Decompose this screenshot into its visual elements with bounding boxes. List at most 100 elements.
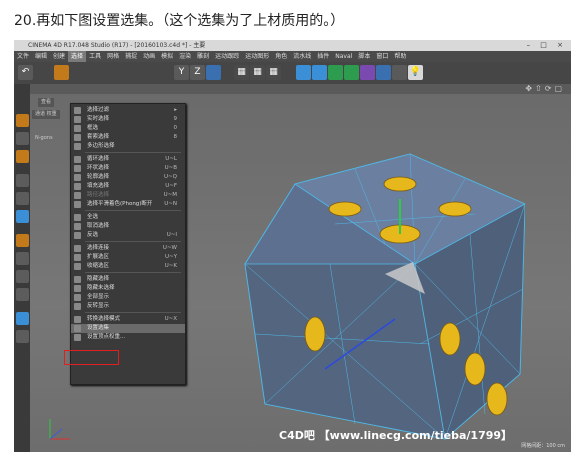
window-title: CINEMA 4D R17.048 Studio (R17) - [201601… bbox=[28, 42, 206, 49]
outline-selection-icon bbox=[74, 174, 81, 181]
select-menu-item[interactable]: 设置顶点权重... bbox=[71, 333, 185, 342]
menu-item-6[interactable]: 捕捉 bbox=[122, 51, 140, 62]
menu-item-16[interactable]: Naval bbox=[332, 51, 355, 62]
points-mode-icon[interactable] bbox=[16, 174, 29, 187]
render-picture-icon[interactable]: ▦ bbox=[250, 65, 265, 80]
select-menu-item-shortcut: U~I bbox=[166, 232, 177, 238]
menu-item-1[interactable]: 编辑 bbox=[32, 51, 50, 62]
render-view-icon[interactable]: ▦ bbox=[234, 65, 249, 80]
select-menu-item-label: 转换选择模式 bbox=[87, 316, 121, 322]
menu-item-9[interactable]: 渲染 bbox=[176, 51, 194, 62]
select-menu-item[interactable]: 取消选择 bbox=[71, 222, 185, 231]
lock-icon[interactable] bbox=[16, 330, 29, 343]
convert-selection-icon bbox=[74, 316, 81, 323]
select-menu-item[interactable]: 隐藏未选择 bbox=[71, 284, 185, 293]
panel-tab-view[interactable]: 查看 bbox=[38, 98, 55, 107]
path-selection-icon bbox=[74, 192, 81, 199]
menu-item-10[interactable]: 雕刻 bbox=[194, 51, 212, 62]
polygons-mode-icon[interactable] bbox=[16, 210, 29, 223]
axis-mode-icon[interactable] bbox=[16, 234, 29, 247]
menu-item-11[interactable]: 运动跟踪 bbox=[212, 51, 242, 62]
select-menu-item-label: 反选 bbox=[87, 232, 99, 238]
dice-cube-model[interactable] bbox=[235, 144, 525, 444]
world-coord-icon[interactable] bbox=[206, 65, 221, 80]
model-mode-icon[interactable] bbox=[16, 132, 29, 145]
menu-item-4[interactable]: 工具 bbox=[86, 51, 104, 62]
select-menu-item-label: 套索选择 bbox=[87, 134, 110, 140]
select-menu-item-label: 路径选择 bbox=[87, 192, 110, 198]
deselect-icon bbox=[74, 223, 81, 230]
tweak-icon[interactable] bbox=[16, 252, 29, 265]
select-menu-item[interactable]: 路径选择 U~M bbox=[71, 191, 185, 200]
select-menu-item-label: 设置选集 bbox=[87, 325, 110, 331]
select-menu-item[interactable]: 框选 0 bbox=[71, 124, 185, 133]
edges-mode-icon[interactable] bbox=[16, 192, 29, 205]
move-tool-icon[interactable] bbox=[54, 65, 69, 80]
select-menu-item[interactable]: 填充选择 U~F bbox=[71, 182, 185, 191]
select-menu-item-label: 设置顶点权重... bbox=[87, 334, 126, 340]
workplane-icon[interactable] bbox=[16, 288, 29, 301]
select-menu-item[interactable]: 选择过滤 ▸ bbox=[71, 106, 185, 115]
menu-item-0[interactable]: 文件 bbox=[14, 51, 32, 62]
select-menu-item[interactable]: 隐藏选择 bbox=[71, 275, 185, 284]
menu-item-18[interactable]: 窗口 bbox=[373, 51, 391, 62]
menu-item-8[interactable]: 模拟 bbox=[158, 51, 176, 62]
menu-item-17[interactable]: 脚本 bbox=[355, 51, 373, 62]
viewport-nav-icons[interactable]: ✥⇧⟳▢ bbox=[525, 84, 565, 93]
rotate-z-icon[interactable]: Z bbox=[190, 65, 205, 80]
select-menu-item-shortcut: U~Y bbox=[165, 254, 177, 260]
select-menu-item[interactable]: 反转显示 bbox=[71, 302, 185, 311]
select-menu-item-label: 全选 bbox=[87, 214, 99, 220]
select-menu-item[interactable]: 全部显示 bbox=[71, 293, 185, 302]
select-menu-item[interactable]: 设置选集 bbox=[71, 324, 185, 333]
menu-item-5[interactable]: 网格 bbox=[104, 51, 122, 62]
make-editable-icon[interactable] bbox=[16, 114, 29, 127]
vertex-weight-icon bbox=[74, 334, 81, 341]
undo-icon[interactable]: ↶ bbox=[18, 65, 33, 80]
menu-item-19[interactable]: 帮助 bbox=[391, 51, 409, 62]
menu-item-7[interactable]: 动画 bbox=[140, 51, 158, 62]
hide-selected-icon bbox=[74, 276, 81, 283]
panel-tab-channel[interactable]: 通道 权重 bbox=[32, 110, 60, 119]
highlight-box bbox=[64, 350, 119, 365]
deformer-icon[interactable] bbox=[360, 65, 375, 80]
snap-icon[interactable] bbox=[16, 270, 29, 283]
render-settings-icon[interactable]: ▦ bbox=[266, 65, 281, 80]
select-menu-item[interactable]: 套索选择 8 bbox=[71, 133, 185, 142]
camera-icon[interactable] bbox=[392, 65, 407, 80]
select-menu-item[interactable]: 选择平滑着色(Phong)断开 U~N bbox=[71, 200, 185, 209]
select-menu-item[interactable]: 多边形选择 bbox=[71, 142, 185, 151]
subdivision-surface-icon[interactable] bbox=[328, 65, 343, 80]
pen-spline-icon[interactable] bbox=[312, 65, 327, 80]
menu-item-13[interactable]: 角色 bbox=[272, 51, 290, 62]
floor-icon[interactable] bbox=[376, 65, 391, 80]
array-icon[interactable] bbox=[344, 65, 359, 80]
grid-icon[interactable] bbox=[16, 312, 29, 325]
select-menu-item[interactable]: 收缩选区 U~K bbox=[71, 262, 185, 271]
select-menu-item-shortcut: U~Q bbox=[164, 174, 177, 180]
select-menu-item[interactable]: 环状选择 U~B bbox=[71, 164, 185, 173]
menu-item-14[interactable]: 流水线 bbox=[290, 51, 314, 62]
select-menu-item[interactable]: 实时选择 9 bbox=[71, 115, 185, 124]
select-menu-item[interactable]: 全选 bbox=[71, 213, 185, 222]
select-menu-item[interactable]: 扩展选区 U~Y bbox=[71, 253, 185, 262]
select-menu-item[interactable]: 选择连接 U~W bbox=[71, 244, 185, 253]
select-menu-item[interactable]: 轮廓选择 U~Q bbox=[71, 173, 185, 182]
cube-primitive-icon[interactable] bbox=[296, 65, 311, 80]
texture-mode-icon[interactable] bbox=[16, 150, 29, 163]
menu-item-12[interactable]: 运动图形 bbox=[242, 51, 272, 62]
grid-spacing-label: 网格间距：100 cm bbox=[521, 443, 565, 449]
window-controls[interactable]: – □ × bbox=[527, 40, 567, 51]
light-icon[interactable]: 💡 bbox=[408, 65, 423, 80]
select-menu-item[interactable]: 反选 U~I bbox=[71, 231, 185, 240]
menu-item-2[interactable]: 创建 bbox=[50, 51, 68, 62]
menu-item-3[interactable]: 选择 bbox=[68, 51, 87, 62]
select-menu-item-label: 全部显示 bbox=[87, 294, 110, 300]
phong-break-icon bbox=[74, 201, 81, 208]
select-menu-item[interactable]: 循环选择 U~L bbox=[71, 155, 185, 164]
rotate-y-icon[interactable]: Y bbox=[174, 65, 189, 80]
select-menu-item-label: 收缩选区 bbox=[87, 263, 110, 269]
menu-item-15[interactable]: 插件 bbox=[314, 51, 332, 62]
select-menu-item-label: 扩展选区 bbox=[87, 254, 110, 260]
select-menu-item[interactable]: 转换选择模式 U~X bbox=[71, 315, 185, 324]
